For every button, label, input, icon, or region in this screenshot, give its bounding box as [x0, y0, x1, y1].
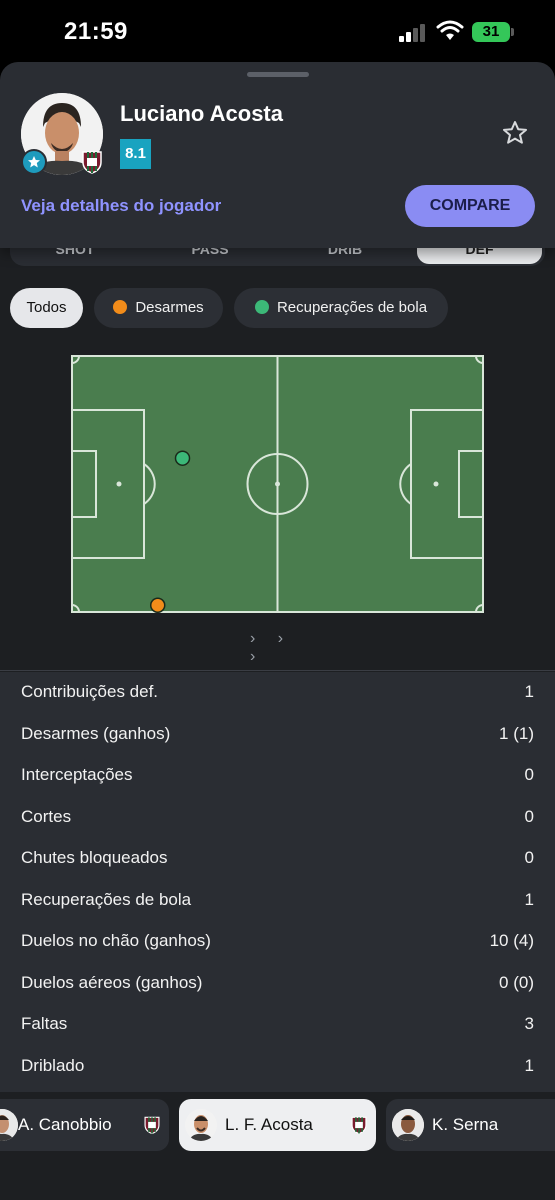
green-dot-icon — [254, 300, 269, 314]
player-header: Luciano Acosta 8.1 Veja detalhes do joga… — [0, 62, 555, 248]
stat-label: Faltas — [21, 1014, 68, 1033]
orange-dot-icon — [113, 300, 128, 314]
player-card-name: A. Canobbio — [18, 1115, 112, 1134]
club-crest-icon — [79, 149, 105, 175]
player-details-link[interactable]: Veja detalhes do jogador — [21, 196, 221, 216]
stat-value: 1 (1) — [499, 723, 534, 743]
pitch-lines — [71, 355, 484, 613]
player-card-serna[interactable]: K. Serna — [386, 1099, 555, 1151]
stat-value: 10 (4) — [489, 931, 534, 950]
stat-value: 1 — [524, 889, 534, 909]
battery-icon: 31 — [472, 22, 510, 42]
player-avatar — [185, 1109, 217, 1141]
rating-badge: 8.1 — [120, 139, 151, 169]
filter-label: Recuperações de bola — [276, 299, 428, 316]
player-card-name: K. Serna — [432, 1115, 499, 1134]
stat-row: Faltas 3 — [0, 1004, 555, 1045]
stat-label: Duelos aéreos (ganhos) — [21, 972, 203, 992]
stat-row: Recuperações de bola 1 — [0, 880, 555, 921]
stat-label: Chutes bloqueados — [21, 848, 168, 867]
stat-label: Driblado — [21, 1055, 85, 1075]
stat-row: Cortes 0 — [0, 797, 555, 838]
player-switcher: A. Canobbio L. F. Acosta K. Serna — [0, 1092, 555, 1162]
compare-button[interactable]: COMPARE — [405, 185, 535, 227]
status-bar: 21:59 31 — [0, 0, 555, 62]
club-crest-icon — [351, 1116, 367, 1135]
stat-row: Chutes bloqueados 0 — [0, 838, 555, 879]
player-name: Luciano Acosta — [120, 101, 283, 126]
stat-label: Duelos no chão (ganhos) — [21, 931, 211, 950]
wifi-icon — [436, 20, 464, 42]
stat-row: Duelos no chão (ganhos) 10 (4) — [0, 921, 555, 962]
stat-value: 3 — [524, 1014, 534, 1033]
battery-cap — [511, 28, 514, 36]
player-avatar — [392, 1109, 424, 1141]
filter-label: Desarmes — [135, 299, 204, 316]
pager-arrows-icon[interactable]: › › › — [250, 630, 310, 665]
filter-todos[interactable]: Todos — [10, 288, 83, 328]
stat-value: 0 — [524, 848, 534, 867]
filter-recuperacoes[interactable]: Recuperações de bola — [234, 288, 448, 328]
stat-label: Cortes — [21, 806, 72, 826]
player-avatar — [0, 1109, 18, 1141]
club-crest-icon — [144, 1116, 160, 1135]
stat-label: Recuperações de bola — [21, 889, 192, 909]
star-badge-icon — [21, 149, 47, 175]
signal-icon — [399, 24, 429, 42]
pitch-event-marker[interactable] — [149, 597, 166, 613]
stat-value: 1 — [524, 682, 534, 701]
filter-desarmes[interactable]: Desarmes — [94, 288, 223, 328]
pitch-event-marker[interactable] — [174, 450, 191, 466]
status-time: 21:59 — [64, 18, 128, 45]
pitch-map — [71, 355, 484, 613]
stat-value: 0 — [524, 765, 534, 784]
drag-handle[interactable] — [247, 72, 309, 77]
stat-row: Driblado 1 — [0, 1046, 555, 1087]
stat-row: Duelos aéreos (ganhos) 0 (0) — [0, 963, 555, 1004]
stat-row: Desarmes (ganhos) 1 (1) — [0, 714, 555, 755]
stat-value: 0 — [524, 806, 534, 826]
stat-label: Interceptações — [21, 765, 133, 784]
stat-row: Contribuições def. 1 — [0, 672, 555, 713]
stat-row: Interceptações 0 — [0, 755, 555, 796]
favorite-star-icon[interactable] — [501, 119, 529, 147]
stat-value: 0 (0) — [499, 972, 534, 992]
filter-label: Todos — [26, 299, 67, 316]
divider — [0, 670, 555, 671]
player-card-canobbio[interactable]: A. Canobbio — [0, 1099, 169, 1151]
player-card-name: L. F. Acosta — [225, 1115, 313, 1134]
stat-label: Desarmes (ganhos) — [21, 723, 171, 743]
player-card-acosta[interactable]: L. F. Acosta — [179, 1099, 376, 1151]
stat-label: Contribuições def. — [21, 682, 159, 701]
stat-value: 1 — [524, 1055, 534, 1075]
